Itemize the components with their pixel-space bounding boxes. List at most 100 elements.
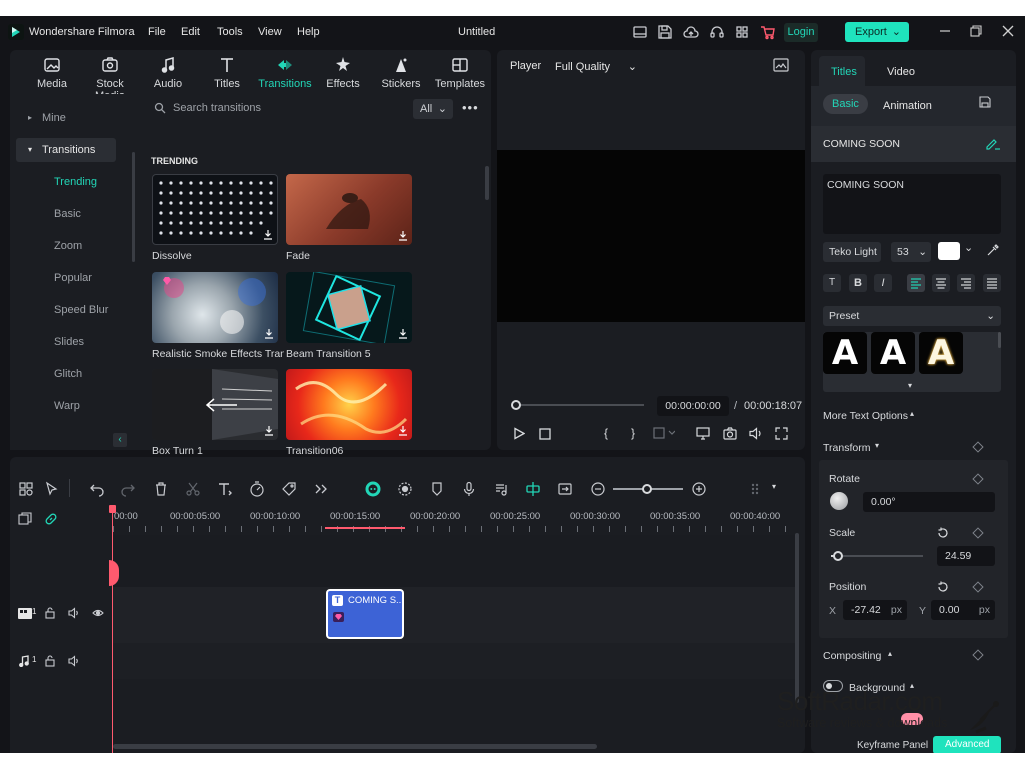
rotate-input[interactable]: 0.00° bbox=[863, 492, 995, 512]
volume-icon[interactable] bbox=[749, 427, 763, 440]
more-tools-icon[interactable] bbox=[313, 481, 329, 497]
menu-file[interactable]: File bbox=[148, 26, 166, 38]
chevron-down-icon[interactable]: ▾ bbox=[772, 482, 776, 491]
speed-icon[interactable] bbox=[249, 481, 265, 497]
mark-in-icon[interactable]: { bbox=[604, 426, 608, 440]
close-icon[interactable] bbox=[1001, 24, 1015, 38]
tab-media[interactable]: Media bbox=[22, 56, 82, 90]
align-left-icon[interactable] bbox=[907, 274, 925, 292]
cut-icon[interactable] bbox=[185, 481, 201, 497]
thumbnail-fade[interactable] bbox=[286, 174, 412, 245]
font-size-dropdown[interactable]: 53 ⌄ bbox=[891, 242, 931, 262]
layout-icon[interactable] bbox=[631, 23, 649, 41]
mute-track-icon[interactable] bbox=[68, 607, 80, 619]
add-track-icon[interactable] bbox=[18, 512, 32, 526]
transform-label[interactable]: Transform bbox=[823, 442, 870, 454]
title-clip[interactable]: T COMING S... bbox=[326, 589, 404, 639]
download-icon[interactable] bbox=[398, 425, 408, 436]
zoom-in-icon[interactable] bbox=[691, 481, 707, 497]
justify-icon[interactable] bbox=[983, 274, 1001, 292]
menu-help[interactable]: Help bbox=[297, 26, 320, 38]
microphone-icon[interactable] bbox=[461, 481, 477, 497]
zoom-out-icon[interactable] bbox=[590, 481, 606, 497]
sidebar-item-popular[interactable]: Popular bbox=[54, 272, 92, 284]
fullscreen-icon[interactable] bbox=[775, 427, 788, 440]
reset-icon[interactable] bbox=[937, 581, 949, 593]
collapse-sidebar-icon[interactable]: ‹ bbox=[113, 433, 127, 447]
restore-icon[interactable] bbox=[969, 24, 983, 38]
text-content-field[interactable]: COMING SOON bbox=[823, 174, 1001, 234]
camera-icon[interactable] bbox=[723, 427, 737, 440]
compositing-label[interactable]: Compositing bbox=[823, 650, 881, 662]
align-right-icon[interactable] bbox=[957, 274, 975, 292]
tab-titles[interactable]: Titles bbox=[197, 56, 257, 90]
split-screen-icon[interactable] bbox=[557, 481, 573, 497]
subtab-animation[interactable]: Animation bbox=[883, 100, 932, 112]
preset-style-1[interactable]: A bbox=[823, 332, 867, 374]
delete-icon[interactable] bbox=[153, 481, 169, 497]
current-time[interactable]: 00:00:00:00 bbox=[657, 396, 729, 416]
save-preset-icon[interactable] bbox=[979, 96, 991, 108]
sidebar-item-glitch[interactable]: Glitch bbox=[54, 368, 82, 380]
tab-templates[interactable]: Templates bbox=[430, 56, 490, 90]
download-icon[interactable] bbox=[398, 328, 408, 339]
download-icon[interactable] bbox=[263, 229, 273, 240]
font-dropdown[interactable]: Teko Light bbox=[823, 242, 881, 262]
display-icon[interactable] bbox=[696, 427, 710, 440]
minimize-icon[interactable] bbox=[938, 24, 952, 38]
render-icon[interactable] bbox=[397, 481, 413, 497]
login-button[interactable]: Login bbox=[784, 23, 818, 42]
layout-switch-icon[interactable] bbox=[18, 481, 34, 497]
keyframe-diamond-icon[interactable] bbox=[972, 649, 984, 661]
color-tag-icon[interactable] bbox=[281, 481, 297, 497]
lock-track-icon[interactable] bbox=[44, 607, 56, 619]
snapshot-preview-icon[interactable] bbox=[773, 58, 789, 72]
thumbnail-dissolve[interactable] bbox=[152, 174, 278, 245]
tab-transitions[interactable]: Transitions bbox=[255, 56, 315, 90]
scale-input[interactable]: 24.59 bbox=[937, 546, 995, 566]
export-button[interactable]: Export ⌄ bbox=[845, 22, 909, 42]
chevron-down-icon[interactable]: ⌄ bbox=[964, 241, 973, 254]
italic-icon[interactable]: I bbox=[874, 274, 892, 292]
ai-assistant-icon[interactable] bbox=[365, 481, 381, 497]
play-icon[interactable] bbox=[513, 427, 525, 440]
filter-dropdown[interactable]: All ⌄ bbox=[413, 99, 453, 119]
position-y-input[interactable]: 0.00 px bbox=[931, 600, 995, 620]
advanced-button[interactable]: Advanced bbox=[933, 736, 1001, 753]
apps-grid-icon[interactable] bbox=[733, 23, 751, 41]
insert-clip-icon[interactable] bbox=[653, 427, 675, 439]
headset-icon[interactable] bbox=[708, 23, 726, 41]
download-icon[interactable] bbox=[264, 328, 274, 339]
color-swatch[interactable] bbox=[938, 242, 960, 260]
select-tool-icon[interactable] bbox=[44, 481, 60, 497]
eyedropper-icon[interactable] bbox=[987, 244, 999, 256]
preset-style-3[interactable]: A bbox=[919, 332, 963, 374]
tab-stickers[interactable]: Stickers bbox=[371, 56, 431, 90]
rotate-dial[interactable] bbox=[830, 492, 848, 510]
subtab-basic[interactable]: Basic bbox=[823, 94, 868, 114]
video-preview[interactable] bbox=[497, 150, 805, 322]
sidebar-scrollbar[interactable] bbox=[132, 152, 135, 262]
download-icon[interactable] bbox=[398, 230, 408, 241]
magnetic-snap-icon[interactable] bbox=[525, 481, 541, 497]
thumbnail-transition06[interactable] bbox=[286, 369, 412, 440]
align-center-icon[interactable] bbox=[932, 274, 950, 292]
position-x-input[interactable]: -27.42 px bbox=[843, 600, 907, 620]
playhead-handle[interactable] bbox=[109, 505, 116, 513]
thumbnail-realistic-smoke[interactable] bbox=[152, 272, 278, 343]
menu-tools[interactable]: Tools bbox=[217, 26, 243, 38]
sidebar-item-zoom[interactable]: Zoom bbox=[54, 240, 82, 252]
marker-icon[interactable] bbox=[429, 481, 445, 497]
menu-edit[interactable]: Edit bbox=[181, 26, 200, 38]
mark-out-icon[interactable]: } bbox=[631, 426, 635, 440]
keyframe-panel-button[interactable]: Keyframe Panel bbox=[857, 740, 928, 751]
grid-options-icon[interactable] bbox=[749, 481, 765, 497]
sidebar-item-trending[interactable]: Trending bbox=[54, 176, 97, 188]
preset-dropdown[interactable]: Preset ⌄ bbox=[823, 306, 1001, 326]
sidebar-item-basic[interactable]: Basic bbox=[54, 208, 81, 220]
audio-mixer-icon[interactable] bbox=[493, 481, 509, 497]
preset-style-2[interactable]: A bbox=[871, 332, 915, 374]
expand-presets-icon[interactable]: ▾ bbox=[908, 381, 912, 390]
cart-icon[interactable] bbox=[759, 23, 777, 41]
sidebar-transitions[interactable]: ▾ Transitions bbox=[16, 138, 116, 162]
